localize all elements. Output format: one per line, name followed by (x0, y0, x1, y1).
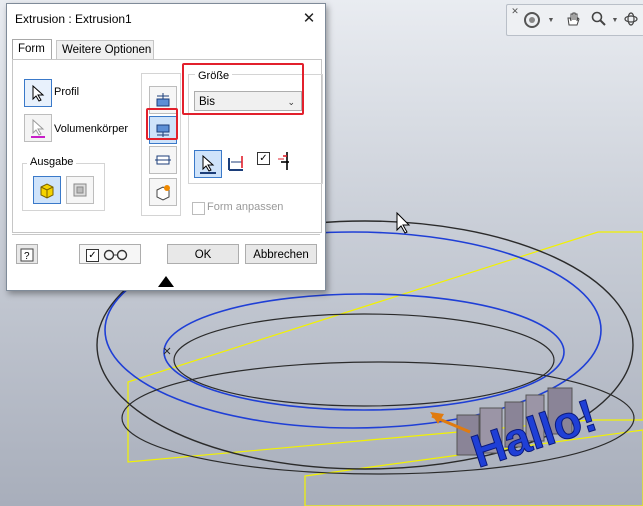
to-face-select-button[interactable] (194, 150, 222, 178)
output-surface-button[interactable] (66, 176, 94, 204)
cursor-arrow-icon (200, 154, 216, 174)
chevron-down-icon[interactable]: ▼ (611, 11, 619, 29)
close-icon[interactable]: ✕ (510, 6, 520, 16)
mouse-cursor (396, 211, 411, 234)
pan-hand-icon[interactable] (565, 11, 585, 29)
expand-handle-icon[interactable] (158, 276, 174, 287)
output-solid-button[interactable] (33, 176, 61, 204)
preview-toggle[interactable]: ✓ (79, 244, 141, 264)
inner-edge (173, 313, 555, 407)
inner-profile (163, 293, 565, 411)
svg-text:?: ? (24, 251, 30, 262)
highlight-direction-button (146, 108, 178, 140)
glasses-icon (103, 249, 128, 261)
footer-separator (12, 234, 320, 235)
direction-symmetric-button[interactable] (149, 146, 177, 174)
dialog-titlebar[interactable]: Extrusion : Extrusion1 ✕ (7, 4, 325, 34)
extrude-symmetric-icon (155, 155, 171, 165)
extrude-asymmetric-icon (156, 185, 170, 201)
cancel-button[interactable]: Abbrechen (245, 244, 317, 264)
zoom-icon[interactable] (591, 11, 611, 29)
highlight-size-group (182, 63, 304, 115)
ok-button[interactable]: OK (167, 244, 239, 264)
extrusion-dialog: Extrusion : Extrusion1 ✕ Form Weitere Op… (6, 3, 326, 291)
end-marker (163, 347, 171, 355)
match-shape-label: Form anpassen (207, 201, 284, 213)
tab-weitere-optionen[interactable]: Weitere Optionen (56, 40, 154, 59)
extend-to-face-icon[interactable] (226, 152, 246, 175)
alternate-solution-icon[interactable] (275, 150, 295, 175)
terminate-checkbox[interactable]: ✓ (257, 152, 270, 165)
dialog-title: Extrusion : Extrusion1 (15, 12, 132, 26)
cursor-arrow-icon (31, 118, 45, 138)
body-select-button[interactable] (24, 114, 52, 142)
profile-label: Profil (54, 86, 80, 98)
navigation-bar: ✕ ▼ ▼ (506, 4, 643, 36)
preview-checkbox[interactable]: ✓ (86, 249, 99, 262)
close-button[interactable]: ✕ (299, 9, 319, 29)
orbit-icon[interactable] (623, 11, 643, 29)
chevron-down-icon[interactable]: ▼ (547, 11, 555, 29)
extrude-up-icon (156, 93, 170, 107)
match-shape-checkbox[interactable] (192, 202, 205, 215)
help-icon: ? (20, 248, 34, 262)
help-button[interactable]: ? (16, 244, 38, 264)
solid-cube-icon (40, 183, 54, 199)
body-label: Volumenkörper (54, 123, 128, 135)
steering-wheel-icon[interactable] (523, 11, 545, 29)
tab-form[interactable]: Form (12, 39, 52, 60)
profile-select-button[interactable] (24, 79, 52, 107)
direction-asymmetric-button[interactable] (149, 178, 177, 206)
output-group-title: Ausgabe (27, 156, 77, 168)
cursor-arrow-icon (32, 84, 45, 102)
surface-cube-icon (73, 183, 87, 197)
